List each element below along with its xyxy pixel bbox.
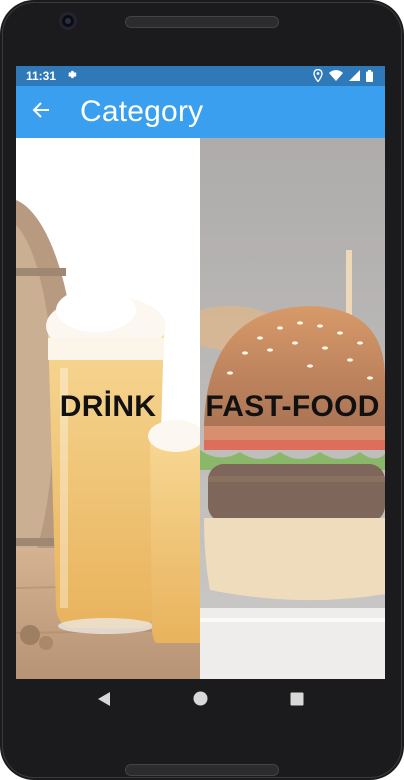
status-bar: 11:31 <box>16 66 385 86</box>
battery-icon <box>366 69 373 82</box>
category-grid: DRİNK FAST-FOOD <box>16 138 385 679</box>
phone-frame: 11:31 Category DRİNK FAST-FOOD <box>0 0 404 780</box>
status-time: 11:31 <box>26 69 57 83</box>
signal-icon <box>349 70 360 81</box>
nav-home-button[interactable] <box>185 686 215 716</box>
gear-icon <box>66 69 77 83</box>
wifi-icon <box>329 70 343 81</box>
category-label-fast-food: FAST-FOOD <box>205 390 380 423</box>
nav-recents-button[interactable] <box>282 686 312 716</box>
arrow-left-icon <box>32 101 50 124</box>
earpiece-speaker <box>125 16 279 28</box>
app-bar: Category <box>16 86 385 138</box>
category-tile-fast-food[interactable]: FAST-FOOD <box>200 138 385 679</box>
back-button[interactable] <box>16 86 66 138</box>
bottom-speaker <box>125 764 279 776</box>
home-circle-icon <box>193 691 208 711</box>
nav-back-button[interactable] <box>89 686 119 716</box>
status-icons <box>313 69 373 82</box>
category-label-drink: DRİNK <box>59 390 157 423</box>
screen: 11:31 Category DRİNK FAST-FOOD <box>16 66 385 679</box>
page-title: Category <box>80 95 204 128</box>
back-triangle-icon <box>97 691 111 712</box>
location-icon <box>313 69 323 82</box>
system-nav-bar <box>16 679 385 723</box>
category-tile-drink[interactable]: DRİNK <box>16 138 200 679</box>
recents-square-icon <box>290 692 304 711</box>
front-camera <box>59 12 77 30</box>
